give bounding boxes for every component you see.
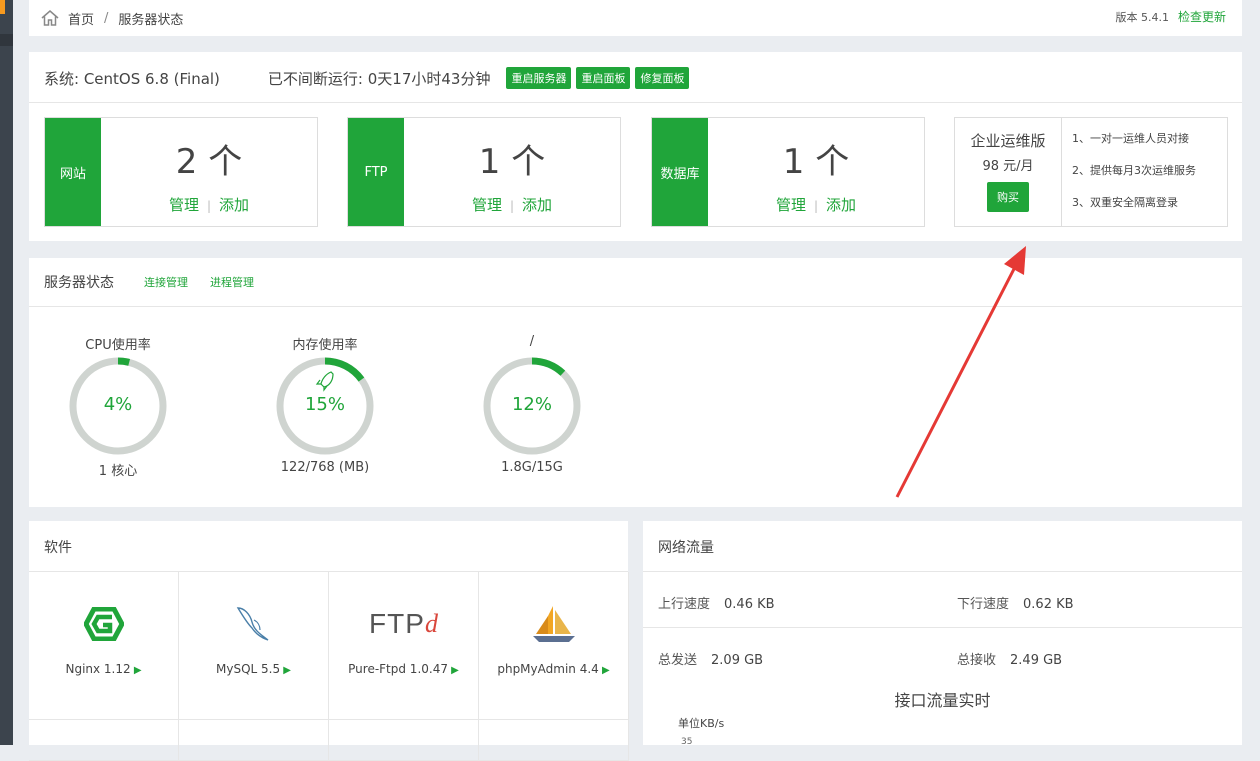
download-speed-label: 下行速度 [957,597,1010,612]
software-item-empty [479,720,629,761]
upload-speed: 上行速度 0.46 KB [658,593,775,612]
traffic-chart-ytick: 35 [681,737,693,747]
traffic-chart-unit: 单位KB/s [678,717,725,730]
software-name: MySQL 5.5 [216,662,281,676]
software-item-pure-ftpd[interactable]: FTP d Pure-Ftpd 1.0.47 ▶ [329,572,479,720]
traffic-chart-title: 接口流量实时 [894,691,991,710]
phpmyadmin-sailboat-icon [532,606,575,642]
network-title: 网络流量 [658,540,714,556]
total-received-label: 总接收 [957,653,997,668]
total-sent-label: 总发送 [658,653,698,668]
software-panel: 软件 Nginx 1.12 ▶ MySQL 5.5 ▶ FTP d Pure-F… [29,521,629,761]
download-speed: 下行速度 0.62 KB [957,593,1074,612]
total-received: 总接收 2.49 GB [957,649,1062,668]
software-item-nginx[interactable]: Nginx 1.12 ▶ [29,572,179,720]
total-sent-value: 2.09 GB [711,653,764,668]
software-item-phpmyadmin[interactable]: phpMyAdmin 4.4 ▶ [479,572,629,720]
software-name: phpMyAdmin 4.4 [497,662,599,676]
divider [643,627,1242,628]
total-sent: 总发送 2.09 GB [658,649,763,668]
software-item-mysql[interactable]: MySQL 5.5 ▶ [179,572,329,720]
total-received-value: 2.49 GB [1010,653,1063,668]
software-name: Nginx 1.12 [65,662,131,676]
software-item-empty [329,720,479,761]
download-speed-value: 0.62 KB [1023,597,1074,612]
software-grid: Nginx 1.12 ▶ MySQL 5.5 ▶ FTP d Pure-Ftpd … [29,571,629,761]
play-arrow-icon[interactable]: ▶ [280,665,291,676]
mysql-dolphin-icon [236,607,268,641]
upload-speed-value: 0.46 KB [724,597,775,612]
ftpd-logo-icon: FTP d [369,608,438,639]
play-arrow-icon[interactable]: ▶ [131,665,142,676]
play-arrow-icon[interactable]: ▶ [448,665,459,676]
network-panel: 网络流量 上行速度 0.46 KB 下行速度 0.62 KB 总发送 2.09 GB … [643,521,1242,747]
play-arrow-icon[interactable]: ▶ [599,665,610,676]
software-item-empty [29,720,179,761]
software-title: 软件 [44,540,72,556]
upload-speed-label: 上行速度 [658,597,711,612]
nginx-icon [83,607,124,641]
software-item-empty [179,720,329,761]
software-name: Pure-Ftpd 1.0.47 [348,662,448,676]
divider [643,571,1242,572]
